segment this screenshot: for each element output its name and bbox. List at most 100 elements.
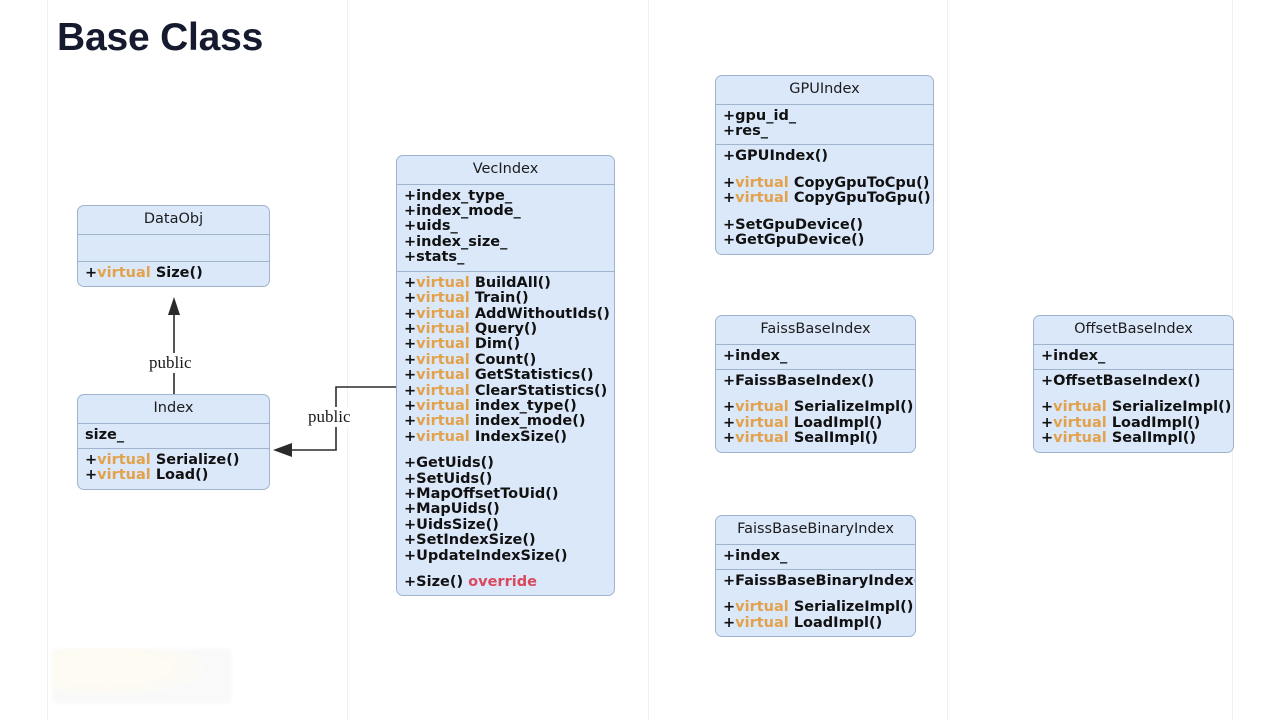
class-member: +FaissBaseIndex() xyxy=(723,373,908,389)
class-attributes-dataobj xyxy=(78,235,269,262)
class-box-vecindex[interactable]: VecIndex +index_type_ +index_mode_ +uids… xyxy=(396,155,615,597)
member-name: uids_ xyxy=(416,218,458,235)
class-attributes-vecindex: +index_type_ +index_mode_ +uids_ +index_… xyxy=(397,185,614,272)
member-keyword-virtual: virtual xyxy=(416,305,470,322)
class-member: +virtual SerializeImpl() xyxy=(1041,399,1231,416)
member-visibility: + xyxy=(404,455,417,472)
member-name: Size() xyxy=(155,264,203,281)
member-name: AddWithoutIds() xyxy=(474,305,610,322)
grid-line xyxy=(47,0,48,720)
class-member: +virtual index_type() xyxy=(404,398,607,414)
member-keyword-virtual: virtual xyxy=(735,399,789,416)
class-member: +virtual CopyGpuToGpu() xyxy=(723,191,931,206)
member-name: size_ xyxy=(85,426,125,443)
class-member: +virtual AddWithoutIds() xyxy=(404,305,610,322)
member-visibility: + xyxy=(723,347,736,364)
member-name: GetGpuDevice() xyxy=(735,232,865,249)
member-keyword-override: override xyxy=(468,574,537,591)
class-member: +MapOffsetToUid() xyxy=(404,485,607,502)
class-box-faissbasebinaryindex[interactable]: FaissBaseBinaryIndex +index_ +FaissBaseB… xyxy=(715,515,916,638)
member-name: Query() xyxy=(474,320,538,337)
class-attributes-index: size_ xyxy=(78,424,269,450)
member-name: Size() xyxy=(416,574,464,591)
member-name: UpdateIndexSize() xyxy=(416,547,568,564)
member-visibility: + xyxy=(404,203,417,220)
member-name: gpu_id_ xyxy=(735,107,797,124)
class-methods-faissbaseindex: +FaissBaseIndex() +virtual SerializeImpl… xyxy=(716,370,915,452)
member-visibility: + xyxy=(404,336,417,353)
class-member: +MapUids() xyxy=(404,502,607,517)
member-name: Dim() xyxy=(474,336,521,353)
member-visibility: + xyxy=(404,274,417,291)
class-member: +virtual BuildAll() xyxy=(404,274,607,291)
member-name: ClearStatistics() xyxy=(474,382,608,399)
class-member: +GetGpuDevice() xyxy=(723,232,926,249)
class-member: +virtual Query() xyxy=(404,320,607,337)
member-visibility: + xyxy=(404,320,417,337)
class-box-index[interactable]: Index size_ +virtual Serialize() +virtua… xyxy=(77,394,270,490)
member-name: GetStatistics() xyxy=(474,367,594,384)
class-member: +virtual LoadImpl() xyxy=(723,414,908,431)
member-keyword-virtual: virtual xyxy=(97,467,151,484)
member-visibility: + xyxy=(404,187,417,204)
class-attributes-faissbaseindex: +index_ xyxy=(716,345,915,371)
member-visibility: + xyxy=(723,174,736,191)
class-box-offsetbaseindex[interactable]: OffsetBaseIndex +index_ +OffsetBaseIndex… xyxy=(1033,315,1234,453)
class-member: +virtual Size() xyxy=(85,264,262,281)
class-member: +OffsetBaseIndex() xyxy=(1041,373,1226,389)
member-name: res_ xyxy=(735,123,769,140)
member-visibility: + xyxy=(404,351,417,368)
member-keyword-virtual: virtual xyxy=(1053,399,1107,416)
connector-label-public-2: public xyxy=(305,407,354,427)
member-name: LoadImpl() xyxy=(1111,414,1201,431)
class-member: size_ xyxy=(85,426,262,443)
member-visibility: + xyxy=(404,382,417,399)
member-visibility: + xyxy=(1041,347,1054,364)
member-name: SealImpl() xyxy=(793,430,878,447)
class-member: +virtual GetStatistics() xyxy=(404,367,607,384)
class-member: +index_ xyxy=(1041,347,1226,364)
member-name: CopyGpuToGpu() xyxy=(793,190,931,207)
grid-line xyxy=(648,0,649,720)
class-member: +UpdateIndexSize() xyxy=(404,547,607,564)
class-member: +uids_ xyxy=(404,219,607,234)
class-member: +virtual Count() xyxy=(404,351,607,368)
member-visibility: + xyxy=(404,218,417,235)
member-name: BuildAll() xyxy=(474,274,551,291)
class-title-index: Index xyxy=(78,395,269,424)
member-keyword-virtual: virtual xyxy=(416,320,470,337)
class-box-faissbaseindex[interactable]: FaissBaseIndex +index_ +FaissBaseIndex()… xyxy=(715,315,916,453)
member-name: index_size_ xyxy=(416,233,508,250)
member-keyword-virtual: virtual xyxy=(416,428,470,445)
class-box-gpuindex[interactable]: GPUIndex +gpu_id_ +res_ +GPUIndex() +vir… xyxy=(715,75,934,255)
class-member: +virtual CopyGpuToCpu() xyxy=(723,174,929,191)
class-member: +virtual SealImpl() xyxy=(1041,431,1226,446)
class-member: +gpu_id_ xyxy=(723,107,926,124)
member-keyword-virtual: virtual xyxy=(416,382,470,399)
member-keyword-virtual: virtual xyxy=(735,599,789,616)
member-visibility: + xyxy=(723,430,736,447)
member-name: SetUids() xyxy=(416,470,493,487)
member-name: Load() xyxy=(155,467,209,484)
member-visibility: + xyxy=(723,107,736,124)
class-member: +virtual Train() xyxy=(404,290,607,306)
member-name: SerializeImpl() xyxy=(1111,399,1232,416)
class-member: +index_size_ xyxy=(404,233,607,250)
class-member: +virtual LoadImpl() xyxy=(1041,414,1226,431)
class-methods-index: +virtual Serialize() +virtual Load() xyxy=(78,449,269,489)
class-member: +SetIndexSize() xyxy=(404,533,607,548)
member-visibility: + xyxy=(404,485,417,502)
member-keyword-virtual: virtual xyxy=(735,174,789,191)
member-visibility: + xyxy=(1041,399,1054,416)
member-name: UidsSize() xyxy=(416,516,499,533)
member-visibility: + xyxy=(404,516,417,533)
watermark xyxy=(52,648,232,704)
member-keyword-virtual: virtual xyxy=(735,430,789,447)
member-visibility: + xyxy=(1041,414,1054,431)
class-methods-vecindex: +virtual BuildAll() +virtual Train() +vi… xyxy=(397,272,614,596)
class-box-dataobj[interactable]: DataObj +virtual Size() xyxy=(77,205,270,288)
grid-line xyxy=(947,0,948,720)
member-keyword-virtual: virtual xyxy=(735,414,789,431)
class-member: +virtual Dim() xyxy=(404,337,607,352)
member-name: Serialize() xyxy=(155,452,240,469)
